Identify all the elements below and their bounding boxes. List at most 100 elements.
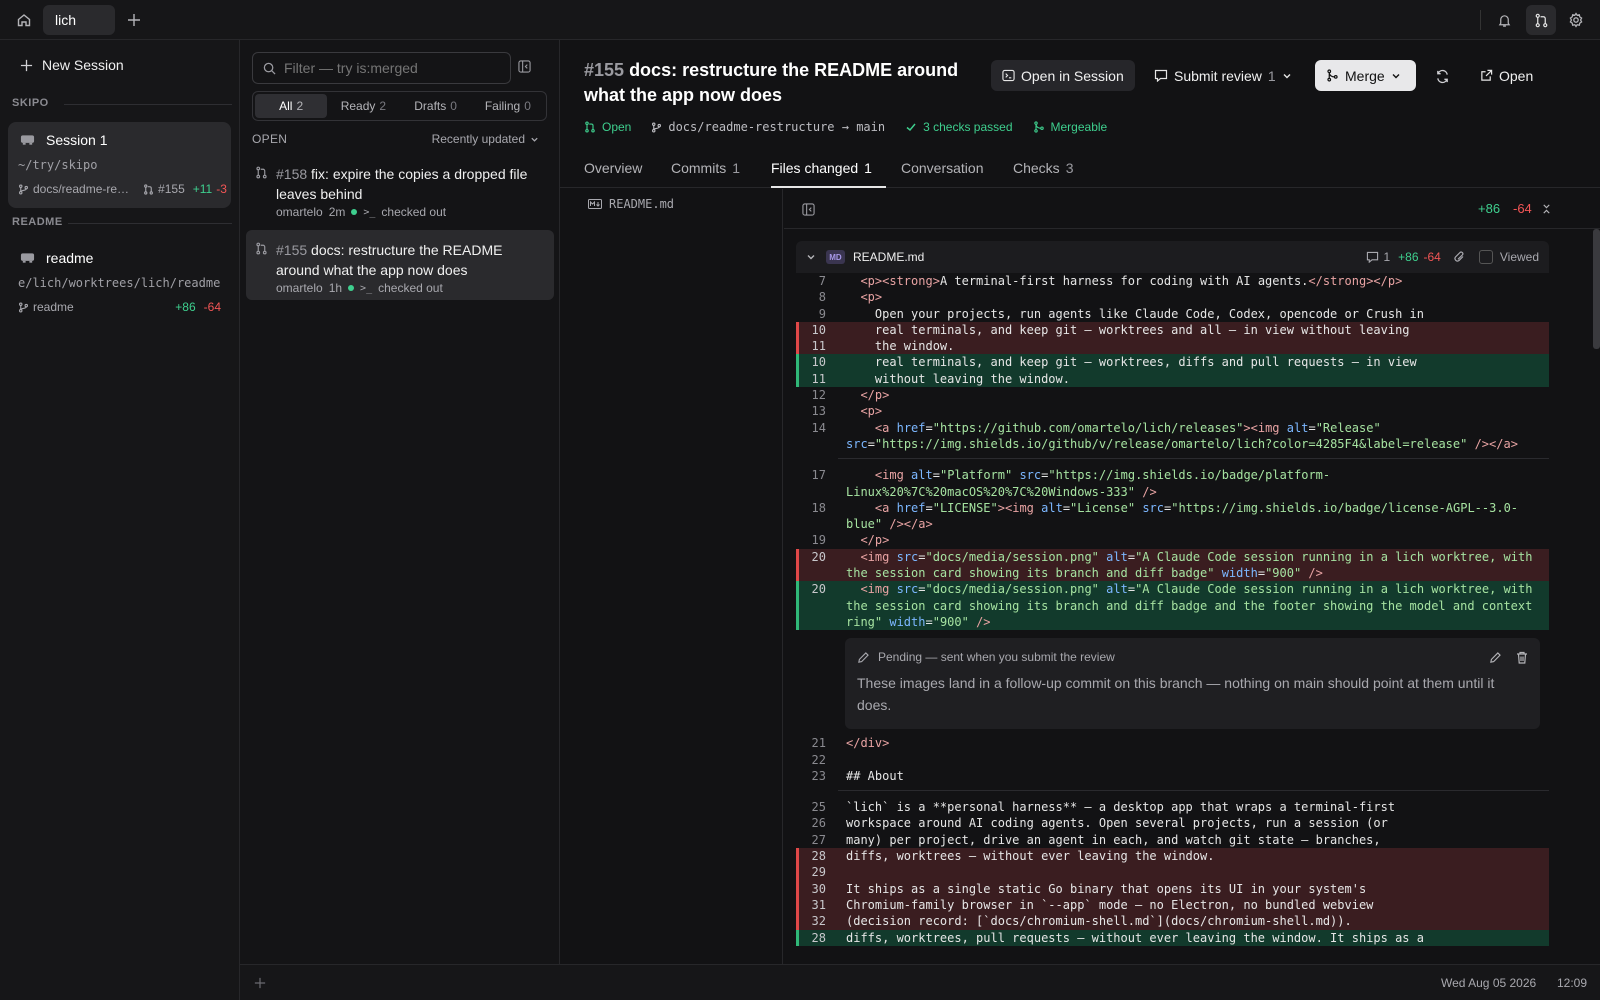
- diff-line-added: 10 real terminals, and keep git — worktr…: [796, 354, 1549, 372]
- git-merge-icon: [1033, 121, 1045, 133]
- diff-toolbar: +86 -64: [784, 189, 1600, 229]
- collapse-all-icon[interactable]: [1538, 201, 1554, 217]
- diff-line: 25 `lich` is a **personal harness** — a d…: [811, 800, 1396, 815]
- divider: [64, 104, 232, 105]
- pr-tabs: Overview Commits 1 Files changed 1 Convers…: [560, 148, 1600, 188]
- scrollbar[interactable]: [1593, 229, 1600, 349]
- plus-icon[interactable]: [124, 10, 144, 30]
- terminal-icon: [1002, 69, 1015, 82]
- tab-conversation[interactable]: Conversation: [901, 160, 984, 176]
- diff-line-removed: 31 Chromium-family browser in `--app` mod…: [796, 896, 1549, 914]
- diff-line: src="https://img.shields.io/github/v/rel…: [846, 436, 1518, 451]
- bell-icon[interactable]: [1494, 10, 1514, 30]
- status-dot: [348, 285, 355, 291]
- viewed-checkbox[interactable]: [1478, 250, 1493, 264]
- check-icon: [905, 121, 917, 133]
- terminal-icon: [20, 252, 35, 264]
- open-external-button[interactable]: Open: [1469, 60, 1544, 91]
- markdown-icon: [588, 199, 602, 209]
- segment-drafts[interactable]: Drafts 0: [400, 94, 472, 118]
- tab-checks[interactable]: Checks 3: [1013, 160, 1073, 176]
- segment-all[interactable]: All 2: [255, 94, 328, 118]
- group-label: README: [12, 216, 232, 228]
- session-title: readme: [20, 250, 93, 266]
- tab-lich[interactable]: lich: [43, 5, 115, 35]
- open-in-session-button[interactable]: Open in Session: [991, 60, 1135, 91]
- chevron-down-icon: [1391, 71, 1401, 81]
- comment-icon: [1154, 69, 1168, 82]
- submit-review-button[interactable]: Submit review 1: [1143, 60, 1303, 91]
- chevron-down-icon: [1282, 71, 1292, 81]
- diff-line: 19 </p>: [811, 533, 890, 548]
- segment-ready[interactable]: Ready 2: [327, 94, 399, 118]
- edit-icon[interactable]: [1489, 651, 1502, 664]
- filter-input[interactable]: [284, 60, 494, 76]
- pr-meta: omartelo 2m >_ checked out: [276, 205, 447, 219]
- section-open: OPEN: [252, 132, 288, 146]
- toggle-file-tree-icon[interactable]: [800, 201, 816, 217]
- diff-line: 14 <a href="https://github.com/omartelo/…: [811, 420, 1381, 435]
- tab-commits[interactable]: Commits 1: [671, 160, 740, 176]
- pr-list-item[interactable]: #155 docs: restructure the README around…: [246, 230, 554, 300]
- session-card-readme[interactable]: readme e/lich/worktrees/lich/readme read…: [8, 240, 231, 326]
- git-merge-icon: [1326, 69, 1339, 82]
- top-bar: lich: [0, 0, 1600, 40]
- session-card-session-1[interactable]: Session 1 ~/try/skipo docs/readme-re… #1…: [8, 122, 231, 208]
- file-lines-added: +86: [1398, 250, 1419, 264]
- search-icon: [263, 62, 276, 75]
- diff-line-removed: 29: [796, 864, 1549, 881]
- chevron-down-icon[interactable]: [806, 252, 816, 262]
- session-branch: readme: [33, 300, 74, 314]
- paperclip-icon[interactable]: [1453, 251, 1465, 263]
- page-title: #155 docs: restructure the README around…: [584, 60, 959, 105]
- pr-list-item[interactable]: #158 fix: expire the copies a dropped fi…: [246, 154, 554, 224]
- new-session-button[interactable]: New Session: [20, 57, 124, 73]
- plus-icon[interactable]: [252, 975, 268, 991]
- status-dot: [351, 209, 358, 215]
- git-branch-icon: [18, 184, 29, 195]
- pr-meta: omartelo 1h >_ checked out: [276, 281, 443, 295]
- file-tree-item[interactable]: README.md: [588, 197, 674, 211]
- file-lines-removed: -64: [1423, 250, 1441, 264]
- file-name: README.md: [853, 250, 925, 264]
- mergeable-status: Mergeable: [1050, 120, 1108, 134]
- tab-files-changed[interactable]: Files changed 1: [771, 160, 872, 176]
- home-icon[interactable]: [14, 10, 34, 30]
- git-branch-icon: [18, 302, 29, 313]
- tab-overview[interactable]: Overview: [584, 160, 642, 176]
- new-session-label: New Session: [42, 57, 124, 73]
- diff-line: 21 </div>: [811, 736, 890, 751]
- diff-line-removed: 10 real terminals, and keep git — worktr…: [796, 321, 1549, 339]
- diff-line: 17 <img alt="Platform" src="https://img.…: [811, 468, 1331, 483]
- pencil-icon: [857, 651, 870, 664]
- diff-lines-removed: -64: [1513, 201, 1532, 216]
- segment-failing[interactable]: Failing 0: [472, 94, 544, 118]
- collapse-panel-icon[interactable]: [516, 58, 532, 74]
- hunk-separator[interactable]: [838, 452, 1549, 460]
- diff-line-added: 28 diffs, worktrees, pull requests — with…: [796, 929, 1549, 947]
- comment-icon: [1366, 251, 1379, 263]
- refresh-icon[interactable]: [1432, 66, 1452, 86]
- diff-view: +86 -64 MD README.md 1 +86 -64 Viewed 7 …: [784, 189, 1600, 964]
- diff-line-removed: the session card showing its branch and …: [796, 565, 1549, 582]
- filter-box: [252, 52, 511, 84]
- file-header: MD README.md 1 +86 -64 Viewed: [796, 241, 1549, 273]
- gear-icon[interactable]: [1566, 10, 1586, 30]
- sidebar: New Session SKIPO Session 1 ~/try/skipo …: [0, 40, 240, 1000]
- diff-line-added: the session card showing its branch and …: [796, 597, 1549, 615]
- footer-time: 12:09: [1557, 976, 1588, 990]
- hunk-separator[interactable]: [838, 784, 1549, 792]
- git-pull-request-icon[interactable]: [1526, 5, 1556, 35]
- viewed-label: Viewed: [1499, 250, 1539, 264]
- merge-button[interactable]: Merge: [1315, 60, 1416, 91]
- trash-icon[interactable]: [1516, 651, 1528, 664]
- review-comment: Pending — sent when you submit the revie…: [845, 638, 1540, 730]
- file-comment-count: 1: [1383, 250, 1391, 264]
- pr-filter-segments: All 2 Ready 2 Drafts 0 Failing 0: [252, 91, 547, 121]
- external-link-icon: [1480, 69, 1493, 82]
- session-path: e/lich/worktrees/lich/readme: [18, 276, 221, 290]
- diff-line-added: 11 without leaving the window.: [796, 370, 1549, 388]
- diff-line-removed: 20 <img src="docs/media/session.png" alt…: [796, 548, 1549, 566]
- lines-removed: -64: [203, 300, 221, 314]
- sort-dropdown[interactable]: Recently updated: [432, 132, 539, 146]
